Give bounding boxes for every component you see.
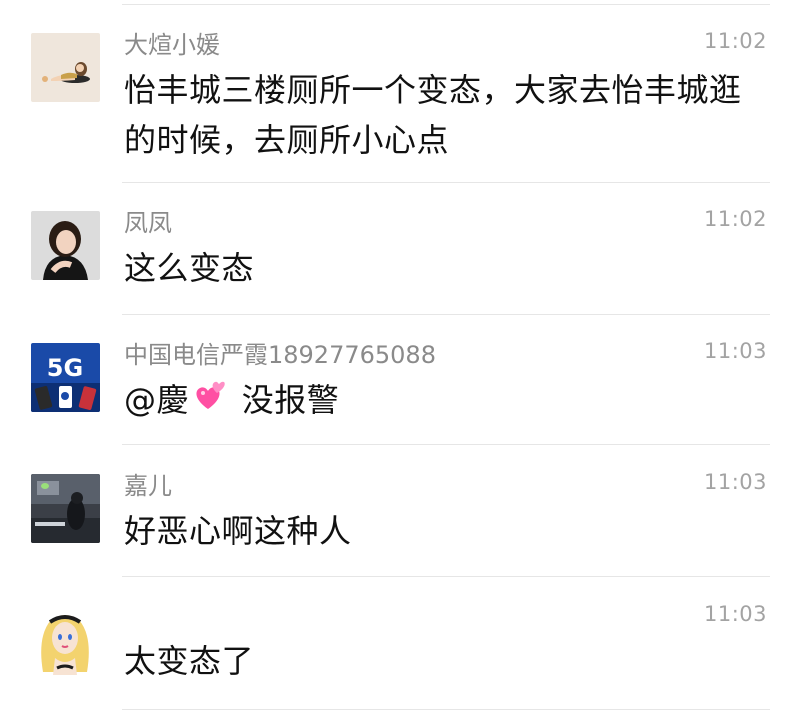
message-time: 11:02 (703, 207, 767, 231)
chat-message[interactable]: 大煊小媛 11:02 怡丰城三楼厕所一个变态，大家去怡丰城逛的时候，去厕所小心点 (0, 0, 800, 182)
two-hearts-emoji (191, 377, 225, 427)
photo-woman-black-top-avatar[interactable] (31, 211, 100, 280)
message-divider (122, 709, 770, 710)
message-text: @慶 没报警 (124, 375, 764, 427)
mention-text[interactable]: @慶 (124, 381, 189, 419)
chat-message[interactable]: 11:03 太变态了 (0, 576, 800, 711)
message-text: 太变态了 (124, 642, 255, 680)
illustration-reclining-woman-avatar[interactable] (31, 33, 100, 102)
chat-message[interactable]: 凤凤 11:02 这么变态 (0, 182, 800, 314)
message-text-suffix: 没报警 (231, 381, 340, 419)
message-text: 这么变态 (124, 249, 255, 287)
dark-room-photo-avatar[interactable] (31, 474, 100, 543)
chat-message[interactable]: 嘉儿 11:03 好恶心啊这种人 (0, 444, 800, 576)
message-time: 11:03 (703, 470, 767, 494)
message-time: 11:02 (703, 29, 767, 53)
sender-name: 嘉儿 (124, 472, 172, 500)
5g-badge-text: 5G (47, 354, 83, 382)
sender-name: 大煊小媛 (124, 31, 220, 59)
chat-message[interactable]: 5G 中国电信严霞18927765088 11:03 @慶 没报警 (0, 314, 800, 444)
5g-telecom-avatar[interactable]: 5G (31, 343, 100, 412)
sender-name: 中国电信严霞18927765088 (124, 341, 436, 369)
message-text: 怡丰城三楼厕所一个变态，大家去怡丰城逛的时候，去厕所小心点 (124, 71, 742, 159)
sender-name: 凤凤 (124, 209, 172, 237)
blonde-cartoon-girl-avatar[interactable] (31, 606, 100, 675)
message-time: 11:03 (703, 602, 767, 626)
chat-message-list: 大煊小媛 11:02 怡丰城三楼厕所一个变态，大家去怡丰城逛的时候，去厕所小心点… (0, 0, 800, 711)
message-text: 好恶心啊这种人 (124, 512, 352, 550)
message-time: 11:03 (703, 339, 767, 363)
